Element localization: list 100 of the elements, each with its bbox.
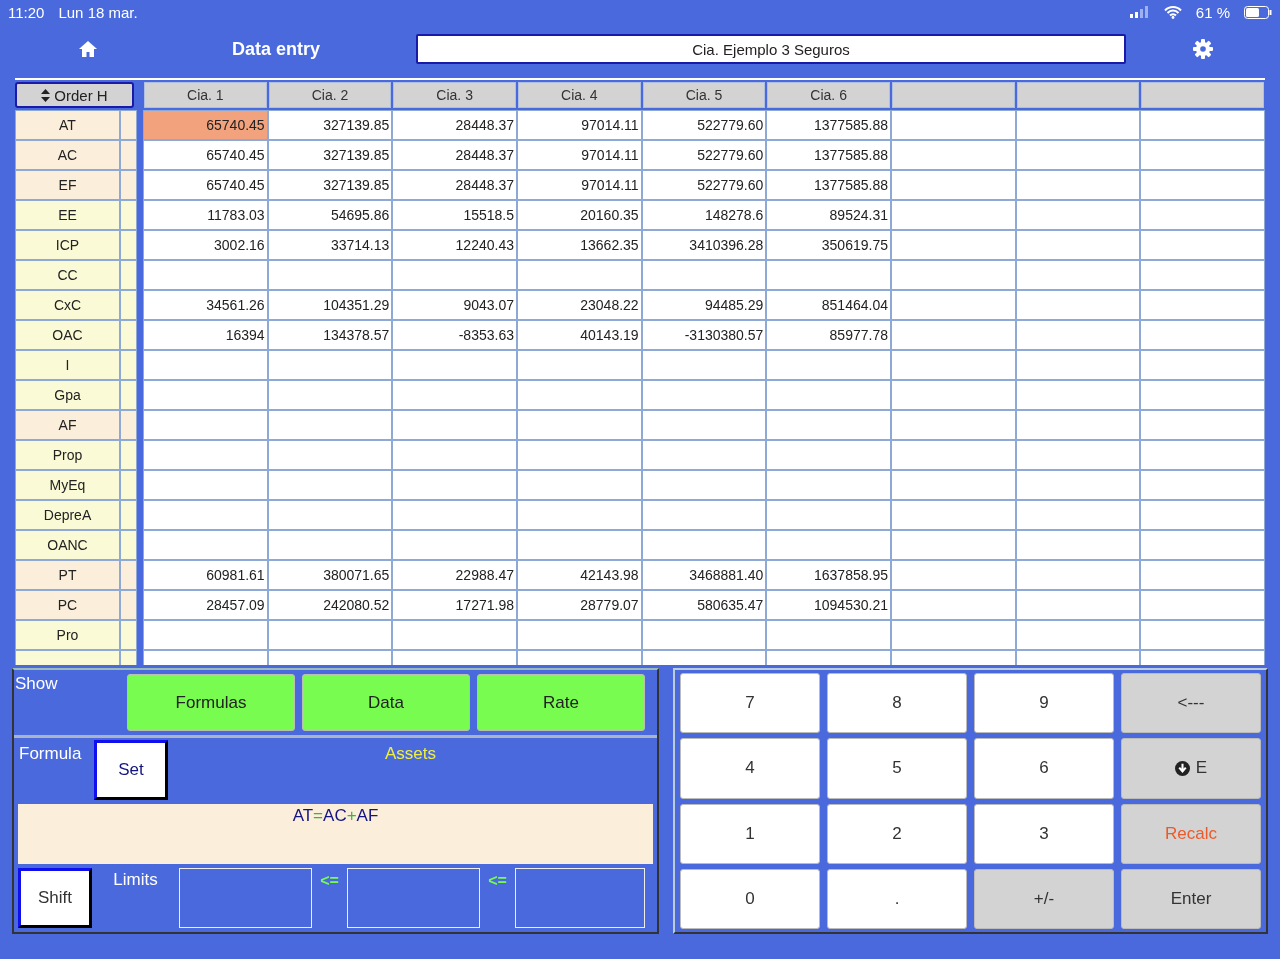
row-label[interactable]: AF (15, 410, 120, 440)
table-cell[interactable] (267, 620, 393, 650)
table-cell[interactable] (1015, 320, 1141, 350)
table-cell[interactable]: 16394 (143, 320, 268, 350)
table-cell[interactable] (766, 530, 891, 560)
table-cell[interactable] (1015, 410, 1141, 440)
table-cell[interactable] (891, 350, 1016, 380)
table-cell[interactable] (267, 350, 393, 380)
table-cell[interactable] (1015, 620, 1141, 650)
table-cell[interactable] (1140, 530, 1265, 560)
table-cell[interactable] (1015, 260, 1141, 290)
table-cell[interactable] (1015, 500, 1141, 530)
table-cell[interactable] (1140, 590, 1265, 620)
table-cell[interactable]: 28448.37 (392, 110, 517, 140)
column-header[interactable]: Cia. 3 (393, 82, 516, 108)
table-cell[interactable]: 522779.60 (641, 170, 767, 200)
table-cell[interactable]: 327139.85 (267, 170, 393, 200)
row-label[interactable]: CxC (15, 290, 120, 320)
table-cell[interactable]: 350619.75 (766, 230, 891, 260)
show-option-button[interactable]: Rate (477, 674, 645, 731)
table-cell[interactable] (1015, 110, 1141, 140)
table-cell[interactable] (143, 500, 268, 530)
table-cell[interactable]: 1377585.88 (766, 140, 891, 170)
table-cell[interactable] (1015, 140, 1141, 170)
table-cell[interactable] (267, 530, 393, 560)
table-cell[interactable] (517, 380, 642, 410)
table-cell[interactable]: 148278.6 (641, 200, 767, 230)
table-cell[interactable]: 3468881.40 (641, 560, 767, 590)
company-name-field[interactable]: Cia. Ejemplo 3 Seguros (416, 34, 1126, 64)
table-cell[interactable] (143, 410, 268, 440)
table-cell[interactable] (143, 380, 268, 410)
table-cell[interactable]: 28779.07 (517, 590, 642, 620)
table-cell[interactable] (392, 530, 517, 560)
table-cell[interactable] (267, 500, 393, 530)
row-label[interactable]: AT (15, 110, 120, 140)
table-cell[interactable] (517, 530, 642, 560)
table-cell[interactable]: 20160.35 (517, 200, 642, 230)
table-cell[interactable]: 134378.57 (267, 320, 393, 350)
table-cell[interactable] (143, 260, 268, 290)
table-cell[interactable] (891, 290, 1016, 320)
table-cell[interactable] (1140, 230, 1265, 260)
table-cell[interactable]: 54695.86 (267, 200, 393, 230)
table-cell[interactable] (641, 380, 767, 410)
column-header[interactable] (1141, 82, 1264, 108)
table-cell[interactable] (1015, 170, 1141, 200)
table-cell[interactable] (891, 230, 1016, 260)
table-cell[interactable] (143, 470, 268, 500)
table-cell[interactable] (1140, 200, 1265, 230)
table-cell[interactable]: 580635.47 (641, 590, 767, 620)
table-cell[interactable] (891, 200, 1016, 230)
show-option-button[interactable]: Formulas (127, 674, 295, 731)
table-cell[interactable] (517, 620, 642, 650)
table-cell[interactable]: 89524.31 (766, 200, 891, 230)
row-label[interactable]: OAC (15, 320, 120, 350)
table-cell[interactable]: 97014.11 (517, 110, 642, 140)
table-cell[interactable] (1015, 200, 1141, 230)
table-cell[interactable] (1015, 560, 1141, 590)
column-header[interactable]: Cia. 4 (518, 82, 641, 108)
table-cell[interactable]: 1377585.88 (766, 110, 891, 140)
table-cell[interactable]: 17271.98 (392, 590, 517, 620)
table-cell[interactable]: 65740.45 (143, 170, 268, 200)
table-cell[interactable] (1140, 110, 1265, 140)
table-cell[interactable]: 522779.60 (641, 140, 767, 170)
row-label[interactable]: Prop (15, 440, 120, 470)
keypad-key[interactable]: E (1121, 738, 1261, 799)
keypad-key[interactable]: <--- (1121, 673, 1261, 734)
table-cell[interactable]: 9043.07 (392, 290, 517, 320)
table-cell[interactable]: 40143.19 (517, 320, 642, 350)
table-cell[interactable]: 3002.16 (143, 230, 268, 260)
input-field[interactable] (179, 868, 312, 928)
table-cell[interactable] (891, 530, 1016, 560)
table-cell[interactable] (267, 440, 393, 470)
table-cell[interactable] (143, 620, 268, 650)
table-cell[interactable] (1140, 500, 1265, 530)
row-label[interactable]: EF (15, 170, 120, 200)
table-cell[interactable] (1140, 350, 1265, 380)
table-cell[interactable]: 104351.29 (267, 290, 393, 320)
keypad-key[interactable]: 0 (680, 868, 820, 929)
table-cell[interactable] (891, 560, 1016, 590)
table-cell[interactable] (891, 260, 1016, 290)
column-header[interactable] (892, 82, 1015, 108)
keypad-key[interactable]: 3 (974, 803, 1114, 864)
table-cell[interactable] (1015, 350, 1141, 380)
table-cell[interactable] (1015, 230, 1141, 260)
table-cell[interactable]: -3130380.57 (641, 320, 767, 350)
table-cell[interactable]: 15518.5 (392, 200, 517, 230)
table-cell[interactable] (891, 500, 1016, 530)
table-cell[interactable] (891, 470, 1016, 500)
table-cell[interactable] (1015, 440, 1141, 470)
keypad-key[interactable]: 6 (974, 738, 1114, 799)
table-cell[interactable] (766, 350, 891, 380)
column-header[interactable]: Cia. 1 (144, 82, 267, 108)
shift-button[interactable]: Shift (18, 868, 92, 928)
table-cell[interactable] (1015, 290, 1141, 320)
table-cell[interactable]: 94485.29 (641, 290, 767, 320)
row-label[interactable]: MyEq (15, 470, 120, 500)
table-cell[interactable] (891, 320, 1016, 350)
table-cell[interactable]: 22988.47 (392, 560, 517, 590)
table-cell[interactable]: 65740.45 (143, 110, 268, 140)
table-cell[interactable] (766, 500, 891, 530)
